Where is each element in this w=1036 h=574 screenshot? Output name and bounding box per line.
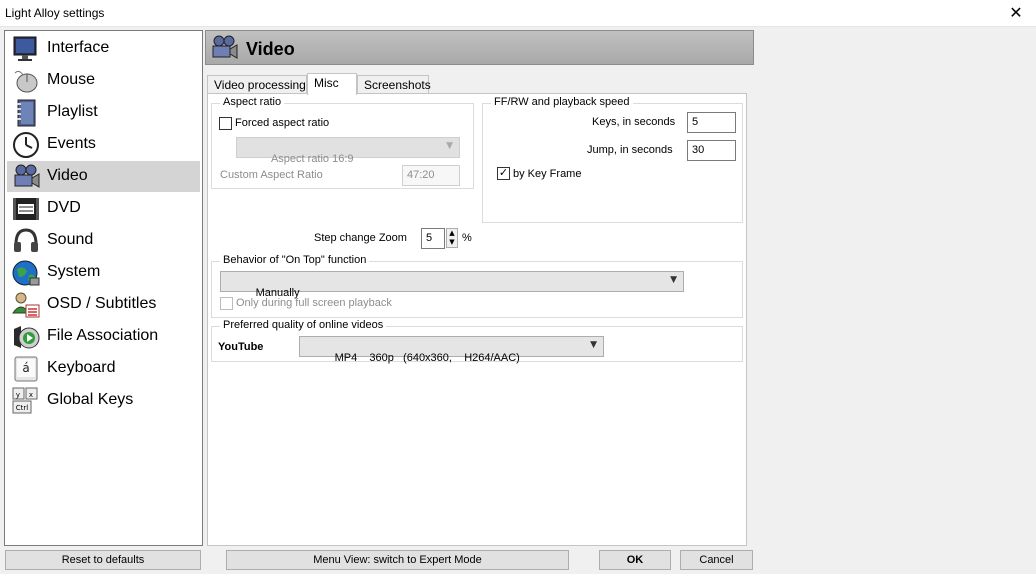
sidebar-item-label: OSD / Subtitles [47, 295, 157, 312]
ffrw-group: FF/RW and playback speed Keys, in second… [482, 96, 743, 223]
chevron-down-icon: ▼ [446, 141, 453, 151]
forced-aspect-label: Forced aspect ratio [235, 117, 330, 129]
clock-icon [13, 132, 39, 158]
sidebar-item-label: DVD [47, 199, 81, 216]
svg-text:y: y [16, 391, 20, 399]
monitor-icon [13, 36, 37, 61]
fullscreen-only-checkbox[interactable] [220, 297, 233, 310]
jump-seconds-label: Jump, in seconds [587, 144, 673, 156]
sidebar-item-label: Events [47, 135, 96, 152]
sidebar-item-label: Playlist [47, 103, 98, 120]
sidebar-item-label: File Association [47, 327, 159, 344]
sidebar-item-system[interactable]: System [7, 257, 200, 288]
window-client: Interface Mouse Playlist Events Video DV… [0, 27, 1036, 574]
zoom-step-label: Step change Zoom [314, 232, 407, 244]
forced-aspect-checkbox[interactable] [219, 117, 232, 130]
stepper-up-icon[interactable]: ▲ [447, 229, 457, 238]
tab-screenshots[interactable]: Screenshots [357, 75, 431, 94]
key-frame-checkbox[interactable]: ✓ [497, 167, 510, 180]
headphones-icon [14, 228, 38, 252]
sidebar-item-label: Video [47, 167, 88, 184]
sidebar-item-osd-subtitles[interactable]: OSD / Subtitles [7, 289, 200, 320]
chevron-down-icon: ▼ [670, 275, 677, 285]
zoom-unit-label: % [462, 232, 472, 244]
custom-aspect-label: Custom Aspect Ratio [220, 169, 323, 181]
close-icon[interactable]: ✕ [1006, 3, 1026, 23]
sidebar-item-global-keys[interactable]: y x Ctrl Global Keys [7, 385, 200, 416]
jump-seconds-field[interactable]: 30 [687, 140, 736, 161]
mouse-icon [14, 70, 38, 93]
fullscreen-only-label: Only during full screen playback [236, 297, 392, 309]
key-frame-label: by Key Frame [513, 168, 582, 180]
ok-button[interactable]: OK [599, 550, 671, 570]
window-title: Light Alloy settings [5, 6, 105, 20]
youtube-logo: YouTube [218, 341, 264, 353]
settings-panel: Video Video processing Misc Screenshots … [205, 30, 754, 546]
sidebar-item-label: Sound [47, 231, 94, 248]
sidebar-item-label: Keyboard [47, 359, 116, 376]
svg-text:Ctrl: Ctrl [16, 404, 29, 412]
chevron-down-icon: ▼ [590, 340, 597, 350]
reset-defaults-button[interactable]: Reset to defaults [5, 550, 201, 570]
global-keys-icon: y x Ctrl [12, 387, 38, 414]
online-quality-caption: Preferred quality of online videos [220, 319, 387, 331]
svg-text:x: x [29, 391, 33, 399]
keys-seconds-field[interactable]: 5 [687, 112, 736, 133]
online-quality-group: Preferred quality of online videos YouTu… [211, 319, 743, 364]
sidebar-item-video[interactable]: Video [7, 161, 200, 192]
sidebar-item-label: Interface [47, 39, 110, 56]
aspect-ratio-group: Aspect ratio Forced aspect ratio Aspect … [211, 96, 474, 189]
sidebar: Interface Mouse Playlist Events Video DV… [4, 30, 203, 546]
zoom-step-field[interactable]: 5 [421, 228, 445, 249]
title-bar: Light Alloy settings ✕ [0, 0, 1036, 27]
dvd-icon [13, 198, 39, 220]
custom-aspect-field[interactable]: 47:20 [402, 165, 460, 186]
osd-subtitles-icon [12, 292, 40, 318]
svg-text:á: á [22, 361, 29, 375]
sidebar-item-label: Mouse [47, 71, 96, 88]
keys-seconds-label: Keys, in seconds [592, 116, 676, 128]
keyboard-key-icon: á [14, 356, 38, 382]
panel-header: Video [205, 30, 754, 65]
expert-mode-button[interactable]: Menu View: switch to Expert Mode [226, 550, 569, 570]
online-quality-combo[interactable]: MP4 360p (640x360, H264/AAC) ▼ [299, 336, 604, 364]
sidebar-item-playlist[interactable]: Playlist [7, 97, 200, 128]
video-camera-icon [212, 35, 238, 59]
stepper-down-icon[interactable]: ▼ [447, 238, 457, 247]
sidebar-item-events[interactable]: Events [7, 129, 200, 160]
tab-content-misc: Aspect ratio Forced aspect ratio Aspect … [207, 93, 747, 546]
video-camera-icon [14, 164, 40, 188]
tab-misc[interactable]: Misc [307, 73, 357, 95]
sidebar-item-mouse[interactable]: Mouse [7, 65, 200, 96]
sidebar-item-label: System [47, 263, 101, 280]
panel-title: Video [246, 39, 295, 59]
on-top-combo[interactable]: Manually ▼ [220, 271, 684, 299]
on-top-caption: Behavior of "On Top" function [220, 254, 370, 266]
file-association-icon [14, 326, 40, 349]
sidebar-item-sound[interactable]: Sound [7, 225, 200, 256]
aspect-ratio-combo[interactable]: Aspect ratio 16:9 ▼ [236, 137, 460, 165]
sidebar-item-keyboard[interactable]: á Keyboard [7, 353, 200, 384]
aspect-ratio-caption: Aspect ratio [220, 96, 285, 108]
on-top-group: Behavior of "On Top" function Manually ▼… [211, 254, 743, 318]
sidebar-item-interface[interactable]: Interface [7, 33, 200, 64]
sidebar-item-label: Global Keys [47, 391, 134, 408]
notebook-icon [17, 99, 36, 127]
online-quality-combo-value: MP4 360p (640x360, H264/AAC) [334, 352, 520, 364]
ffrw-caption: FF/RW and playback speed [491, 96, 633, 108]
cancel-button[interactable]: Cancel [680, 550, 753, 570]
sidebar-item-file-association[interactable]: File Association [7, 321, 200, 352]
aspect-ratio-combo-value: Aspect ratio 16:9 [270, 153, 354, 165]
globe-icon [12, 260, 40, 286]
zoom-step-stepper[interactable]: ▲ ▼ [446, 228, 458, 248]
tab-video-processing[interactable]: Video processing [207, 75, 307, 94]
sidebar-item-dvd[interactable]: DVD [7, 193, 200, 224]
